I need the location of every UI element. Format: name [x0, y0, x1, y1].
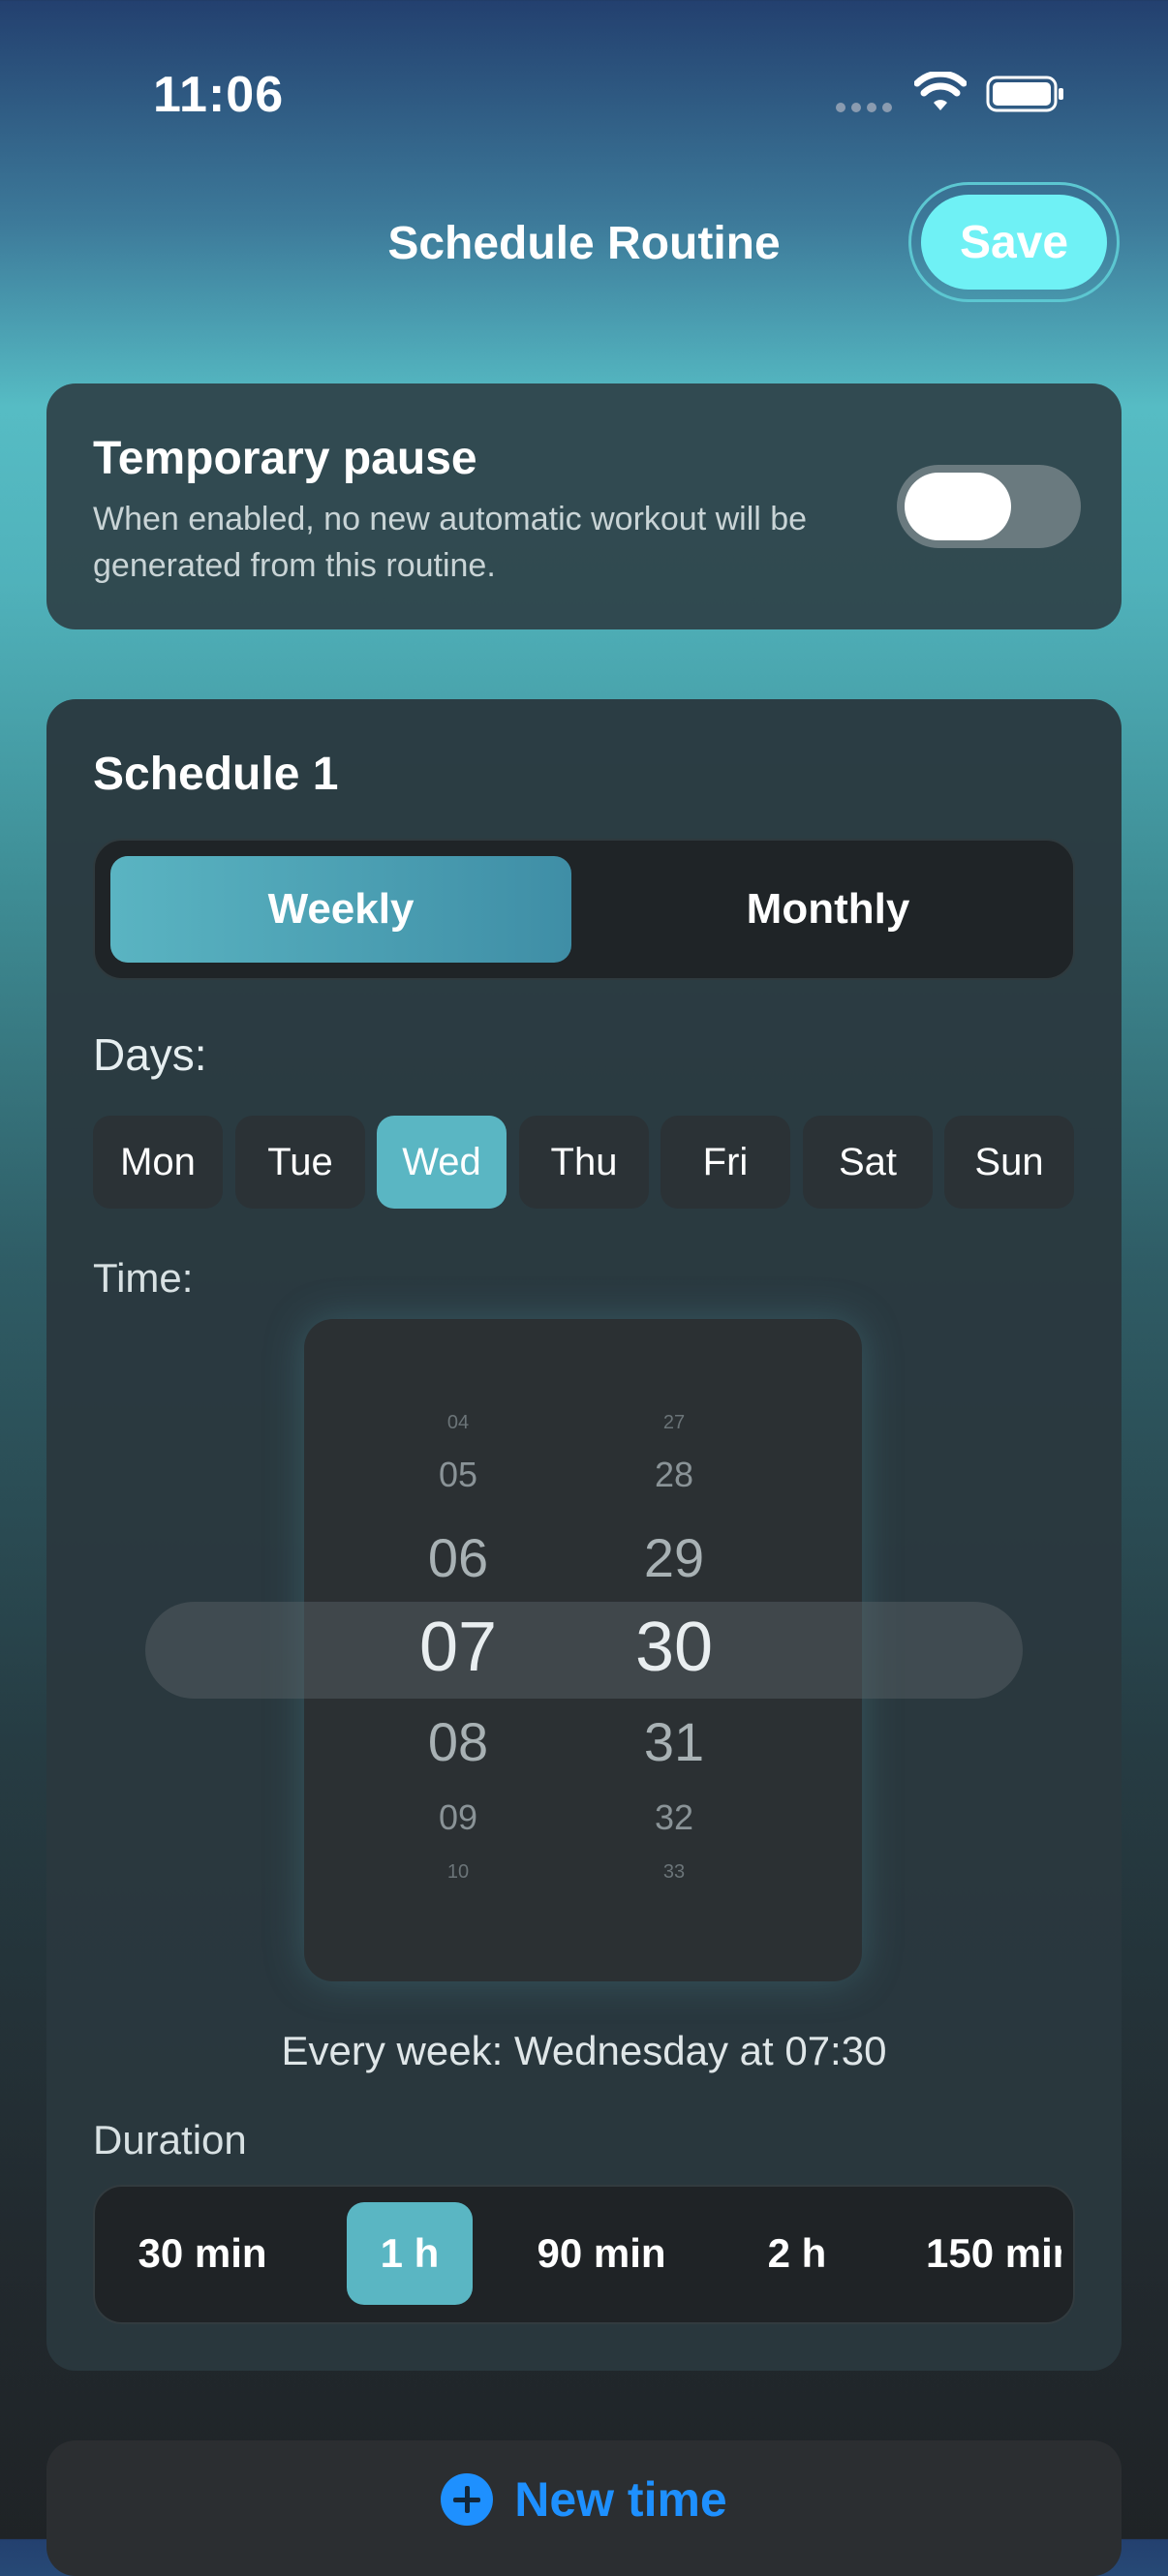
day-mon[interactable]: Mon: [93, 1116, 223, 1209]
picker-hour[interactable]: 06: [390, 1526, 526, 1589]
duration-1-h[interactable]: 1 h: [347, 2202, 473, 2305]
picker-minute[interactable]: 28: [606, 1455, 742, 1495]
picker-minute[interactable]: 32: [606, 1797, 742, 1838]
picker-hour[interactable]: 10: [390, 1861, 526, 1884]
picker-hour-selected[interactable]: 07: [390, 1608, 526, 1687]
wifi-icon: [914, 72, 967, 110]
day-tue[interactable]: Tue: [235, 1116, 365, 1209]
duration-90-min[interactable]: 90 min: [517, 2202, 686, 2305]
picker-minute[interactable]: 31: [606, 1710, 742, 1773]
picker-hour[interactable]: 05: [390, 1455, 526, 1495]
new-time-button[interactable]: New time: [0, 2471, 1168, 2528]
segment-weekly[interactable]: Weekly: [110, 856, 571, 963]
day-sun[interactable]: Sun: [944, 1116, 1074, 1209]
schedule-summary: Every week: Wednesday at 07:30: [281, 2028, 887, 2073]
duration-label: Duration: [93, 2117, 247, 2162]
status-time: 11:06: [153, 67, 285, 123]
picker-selection-band: [145, 1602, 1023, 1699]
duration-150-min[interactable]: 150 min: [926, 2202, 1061, 2305]
pause-toggle-knob: [905, 473, 1011, 540]
day-thu[interactable]: Thu: [519, 1116, 649, 1209]
picker-minute[interactable]: 29: [606, 1526, 742, 1589]
save-button[interactable]: Save: [908, 182, 1120, 302]
segment-monthly[interactable]: Monthly: [600, 856, 1056, 963]
picker-minute-selected[interactable]: 30: [606, 1608, 742, 1687]
days-label: Days:: [93, 1029, 207, 1080]
duration-30-min[interactable]: 30 min: [126, 2202, 279, 2305]
battery-icon: [986, 76, 1063, 112]
day-sat[interactable]: Sat: [803, 1116, 933, 1209]
day-wed[interactable]: Wed: [377, 1116, 507, 1209]
save-button-label: Save: [921, 195, 1107, 290]
pause-title: Temporary pause: [93, 433, 477, 484]
new-time-label: New time: [514, 2472, 727, 2527]
duration-scroll[interactable]: 30 min 1 h 90 min 2 h 150 min: [93, 2185, 1061, 2324]
time-label: Time:: [93, 1255, 194, 1301]
picker-hour[interactable]: 08: [390, 1710, 526, 1773]
picker-hour[interactable]: 04: [390, 1412, 526, 1434]
picker-hour[interactable]: 09: [390, 1797, 526, 1838]
day-fri[interactable]: Fri: [661, 1116, 790, 1209]
duration-2-h[interactable]: 2 h: [748, 2202, 846, 2305]
pause-description: When enabled, no new automatic workout w…: [93, 501, 808, 584]
cellular-signal-icon: [836, 103, 892, 112]
picker-minute[interactable]: 27: [606, 1412, 742, 1434]
plus-circle-icon: [441, 2473, 494, 2526]
picker-minute[interactable]: 33: [606, 1861, 742, 1884]
schedule-title: Schedule 1: [93, 749, 339, 800]
